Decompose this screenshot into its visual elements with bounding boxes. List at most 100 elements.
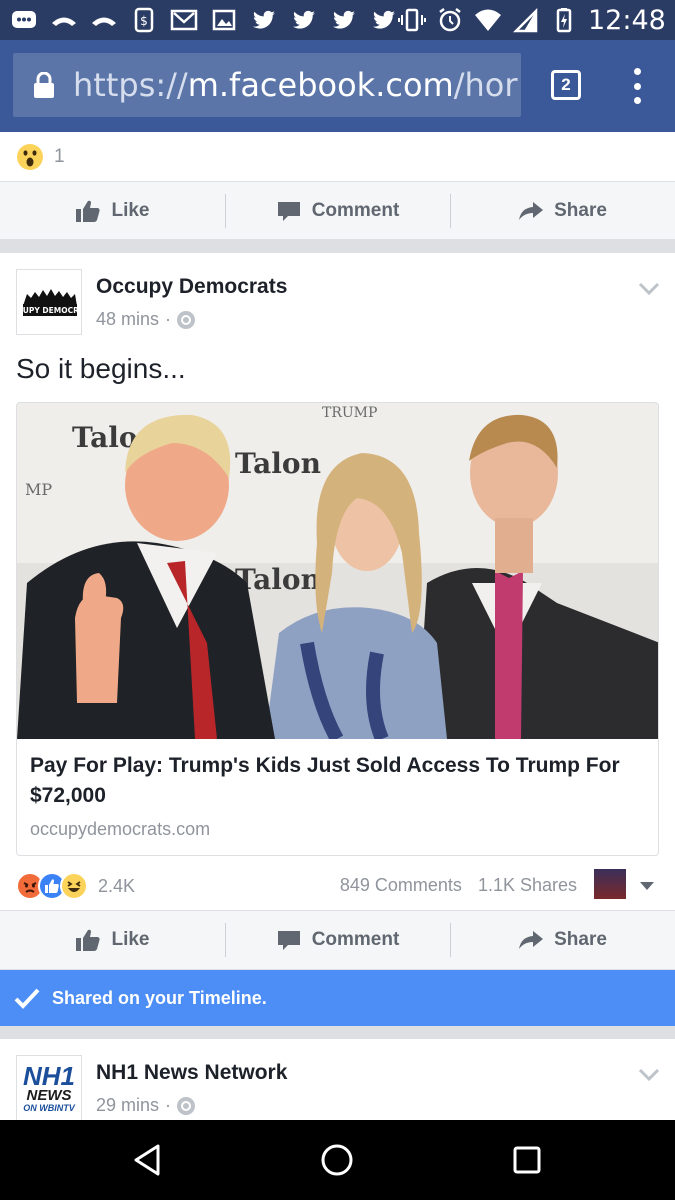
missed-call-icon [90, 6, 118, 34]
comment-label: Comment [311, 199, 400, 221]
page-name[interactable]: NH1 News Network [96, 1061, 287, 1085]
post-time[interactable]: 48 mins [96, 309, 159, 330]
comment-button[interactable]: Comment [225, 911, 450, 969]
link-preview-card[interactable]: Talon Talon Talon TRUMP MP Pay For Play:… [16, 402, 659, 856]
page-avatar[interactable]: OCCUPY DEMOCRATS [16, 269, 82, 335]
thumbs-up-icon [76, 929, 101, 951]
twitter-icon [290, 6, 318, 34]
share-icon [519, 201, 544, 220]
post-meta: 29 mins · [96, 1095, 196, 1116]
nh1-news-text: NEWS [26, 1086, 72, 1104]
globe-icon [177, 1096, 196, 1115]
url-text: https://m.facebook.com/hor [73, 66, 518, 104]
comment-icon [277, 201, 300, 221]
occupy-democrats-logo-icon: OCCUPY DEMOCRATS [19, 289, 79, 316]
chevron-down-icon[interactable] [638, 1063, 660, 1085]
feed-post: NH1 NEWS ON WBINTV NH1 News Network 29 m… [0, 1039, 675, 1120]
chevron-down-icon[interactable] [638, 277, 660, 299]
url-field[interactable]: https://m.facebook.com/hor [13, 53, 521, 117]
share-button[interactable]: Share [450, 911, 675, 969]
home-icon[interactable] [319, 1142, 355, 1178]
vibrate-icon [398, 6, 426, 34]
comment-button[interactable]: Comment [225, 182, 450, 239]
shared-message: Shared on your Timeline. [52, 987, 267, 1008]
alarm-icon [436, 6, 464, 34]
globe-icon [177, 310, 196, 329]
wifi-icon [474, 6, 502, 34]
url-host: m.facebook.com [187, 66, 454, 104]
share-count[interactable]: 1.1K Shares [478, 875, 577, 895]
tab-switcher-button[interactable]: 2 [551, 70, 581, 100]
signal-icon [512, 6, 540, 34]
photo-sign-text: Talon [235, 447, 321, 480]
post-meta: 48 mins · [96, 309, 196, 330]
url-scheme: https:// [73, 66, 188, 104]
previous-post-action-bar: Like Comment Share [0, 182, 675, 240]
like-label: Like [111, 929, 150, 950]
reaction-count: 1 [54, 145, 65, 167]
avatar-logo-text: OCCUPY DEMOCRATS [19, 306, 79, 315]
missed-call-icon [50, 6, 78, 34]
share-label: Share [554, 199, 607, 221]
browser-toolbar: https://m.facebook.com/hor 2 [0, 40, 675, 132]
back-icon[interactable] [130, 1142, 166, 1178]
previous-post-reactions[interactable]: 1 [0, 132, 675, 182]
post-time[interactable]: 29 mins [96, 1095, 159, 1116]
overflow-menu-button[interactable] [627, 68, 647, 104]
status-bar: $ 12:48 [0, 0, 675, 40]
like-button[interactable]: Like [0, 182, 225, 239]
share-icon [519, 931, 544, 949]
wow-reaction-icon [17, 143, 43, 170]
feed-separator [0, 1026, 675, 1039]
thumbs-up-icon [76, 200, 101, 222]
chat-icon [10, 6, 38, 34]
feed-separator [0, 240, 675, 253]
page-avatar[interactable]: NH1 NEWS ON WBINTV [16, 1055, 82, 1120]
caret-down-icon[interactable] [640, 882, 654, 890]
twitter-icon [370, 6, 398, 34]
lock-icon [34, 72, 54, 98]
link-preview-image: Talon Talon Talon TRUMP MP [17, 403, 658, 739]
post-text: So it begins... [16, 353, 186, 384]
menu-dot-icon [633, 97, 641, 104]
like-button[interactable]: Like [0, 911, 225, 969]
phone-alert-icon: $ [130, 6, 158, 34]
twitter-icon [250, 6, 278, 34]
reaction-total[interactable]: 2.4K [98, 876, 135, 897]
svg-text:$: $ [140, 14, 148, 28]
comment-label: Comment [311, 929, 400, 950]
comment-icon [277, 931, 300, 950]
viewer-avatar[interactable] [594, 869, 626, 899]
recents-icon[interactable] [509, 1142, 545, 1178]
nh1-channel-text: ON WBINTV [23, 1102, 75, 1113]
battery-icon [550, 6, 578, 34]
reaction-summary[interactable] [16, 872, 88, 900]
menu-dot-icon [633, 82, 641, 90]
haha-reaction-icon [60, 872, 88, 900]
feed-post: OCCUPY DEMOCRATS Occupy Democrats 48 min… [0, 253, 675, 910]
like-label: Like [111, 199, 150, 221]
photo-sign-text: TRUMP [322, 405, 377, 421]
gmail-icon [170, 6, 198, 34]
link-domain: occupydemocrats.com [30, 819, 211, 839]
system-navigation-bar [0, 1120, 675, 1200]
post-stats: 2.4K 849 Comments 1.1K Shares [0, 865, 675, 907]
page-name[interactable]: Occupy Democrats [96, 275, 287, 299]
link-title[interactable]: Pay For Play: Trump's Kids Just Sold Acc… [30, 751, 645, 811]
shared-confirmation-banner: Shared on your Timeline. [0, 970, 675, 1026]
comment-count[interactable]: 849 Comments [340, 875, 462, 895]
image-icon [210, 6, 238, 34]
comment-share-counts: 849 Comments 1.1K Shares [340, 875, 577, 896]
post-action-bar: Like Comment Share [0, 910, 675, 970]
share-label: Share [554, 929, 607, 950]
menu-dot-icon [633, 68, 641, 75]
url-path: /hor [453, 66, 518, 104]
share-button[interactable]: Share [450, 182, 675, 239]
checkmark-icon [14, 988, 40, 1009]
meta-separator: · [165, 1095, 172, 1115]
meta-separator: · [165, 309, 172, 329]
clock-time: 12:48 [588, 4, 666, 36]
photo-sign-text: MP [25, 480, 52, 499]
nh1-logo-text: NH1 [22, 1060, 75, 1091]
twitter-icon [330, 6, 358, 34]
